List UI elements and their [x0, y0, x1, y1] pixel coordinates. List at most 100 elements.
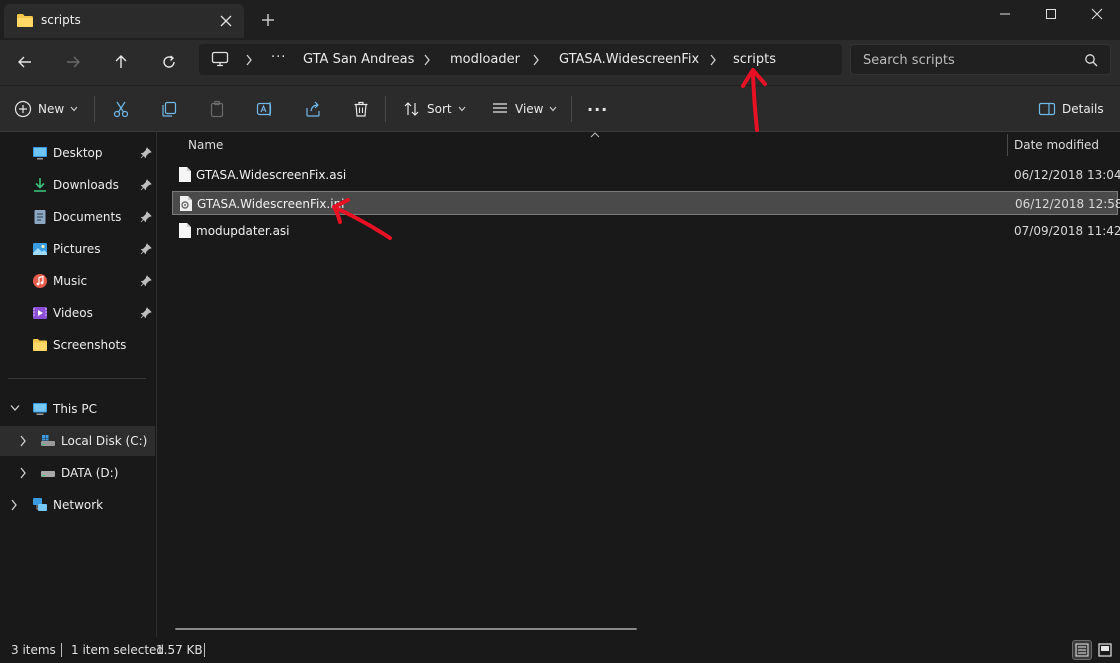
share-button[interactable]	[304, 97, 322, 121]
pin-icon[interactable]	[140, 243, 152, 255]
sort-button[interactable]: Sort	[403, 97, 466, 121]
close-icon[interactable]	[216, 11, 236, 31]
sidebar-item-data-d[interactable]: DATA (D:)	[0, 458, 155, 488]
rename-button[interactable]	[256, 97, 274, 121]
file-date-modified: 06/12/2018 12:58	[1015, 197, 1120, 211]
sidebar-item-documents[interactable]: Documents	[0, 202, 155, 232]
sidebar-item-network[interactable]: Network	[0, 490, 155, 520]
music-icon	[33, 274, 47, 288]
sidebar-item-videos[interactable]: Videos	[0, 298, 155, 328]
maximize-button[interactable]	[1028, 0, 1074, 28]
horizontal-scrollbar[interactable]	[175, 628, 637, 630]
search-icon[interactable]	[1084, 53, 1098, 67]
details-button[interactable]: Details	[1038, 97, 1104, 121]
network-icon	[33, 498, 47, 511]
sidebar-item-label: This PC	[53, 402, 97, 416]
chevron-right-icon[interactable]	[423, 54, 431, 66]
pin-icon[interactable]	[140, 211, 152, 223]
column-divider[interactable]	[1007, 134, 1008, 156]
copy-icon	[162, 101, 177, 117]
file-name: modupdater.asi	[196, 224, 290, 238]
paste-button[interactable]	[208, 97, 226, 121]
chevron-right-icon[interactable]	[10, 499, 18, 511]
pin-icon[interactable]	[140, 275, 152, 287]
chevron-down-icon[interactable]	[10, 404, 20, 412]
file-row[interactable]: GTASA.WidescreenFix.asi 06/12/2018 13:04	[172, 163, 1120, 187]
plus-circle-icon	[14, 100, 32, 118]
details-view-button[interactable]	[1072, 640, 1092, 660]
chevron-right-icon[interactable]	[709, 54, 717, 66]
column-header-name[interactable]: Name	[188, 138, 223, 152]
status-divider	[61, 643, 62, 657]
search-box[interactable]	[850, 44, 1111, 75]
breadcrumb-scripts[interactable]: scripts	[733, 52, 776, 67]
breadcrumb-modloader[interactable]: modloader	[450, 52, 520, 67]
view-button[interactable]: View	[491, 97, 557, 121]
pin-icon[interactable]	[140, 147, 152, 159]
details-view-icon	[1075, 643, 1089, 657]
pin-icon[interactable]	[140, 307, 152, 319]
breadcrumb-gtasa-widescreenfix[interactable]: GTASA.WidescreenFix	[559, 52, 699, 67]
maximize-icon	[1046, 9, 1056, 19]
sort-icon	[404, 102, 419, 116]
sidebar-divider	[8, 378, 146, 379]
toolbar-divider	[385, 96, 386, 122]
sort-label: Sort	[427, 102, 452, 116]
chevron-right-icon[interactable]	[245, 54, 253, 66]
refresh-button[interactable]	[157, 50, 181, 74]
trash-icon	[354, 101, 368, 117]
arrow-right-icon	[67, 56, 80, 68]
address-bar[interactable]: ··· GTA San Andreas modloader GTASA.Wide…	[199, 44, 842, 75]
close-icon	[1091, 8, 1103, 20]
sidebar-item-label: Music	[53, 274, 88, 288]
rename-icon	[256, 102, 272, 116]
file-row[interactable]: modupdater.asi 07/09/2018 11:42	[172, 219, 1120, 243]
desktop-icon	[33, 147, 47, 160]
up-button[interactable]	[109, 50, 133, 74]
copy-button[interactable]	[160, 97, 178, 121]
breadcrumb-gta-san-andreas[interactable]: GTA San Andreas	[303, 52, 414, 67]
file-icon	[179, 223, 191, 238]
chevron-down-icon	[458, 106, 466, 112]
folder-icon	[17, 14, 33, 27]
videos-icon	[33, 307, 47, 319]
sidebar-item-this-pc[interactable]: This PC	[0, 394, 155, 424]
chevron-up-icon	[590, 132, 600, 138]
sidebar-item-label: Pictures	[53, 242, 101, 256]
more-options-button[interactable]: ···	[587, 97, 608, 121]
window-close-button[interactable]	[1074, 0, 1120, 28]
sidebar-item-pictures[interactable]: Pictures	[0, 234, 155, 264]
item-count: 3 items	[11, 643, 56, 657]
column-header-date-modified[interactable]: Date modified	[1014, 138, 1099, 152]
sidebar-item-downloads[interactable]: Downloads	[0, 170, 155, 200]
back-button[interactable]	[13, 50, 37, 74]
new-button[interactable]: New	[14, 97, 78, 121]
chevron-right-icon[interactable]	[19, 467, 27, 479]
sidebar-item-music[interactable]: Music	[0, 266, 155, 296]
file-date-modified: 06/12/2018 13:04	[1014, 168, 1120, 182]
chevron-right-icon[interactable]	[532, 54, 540, 66]
sidebar-item-desktop[interactable]: Desktop	[0, 138, 155, 168]
sidebar-item-label: Downloads	[53, 178, 119, 192]
cut-button[interactable]	[112, 97, 130, 121]
chevron-right-icon[interactable]	[19, 435, 27, 447]
sidebar-item-local-disk-c[interactable]: Local Disk (C:)	[0, 426, 155, 456]
delete-button[interactable]	[352, 97, 370, 121]
refresh-icon	[163, 55, 175, 68]
forward-button[interactable]	[61, 50, 85, 74]
pin-icon[interactable]	[140, 179, 152, 191]
file-row-selected[interactable]: GTASA.WidescreenFix.ini 06/12/2018 12:58	[172, 191, 1120, 215]
tiles-view-button[interactable]	[1095, 640, 1115, 660]
search-input[interactable]	[863, 51, 1073, 69]
new-tab-icon[interactable]	[258, 10, 278, 30]
settings-file-icon	[180, 196, 192, 211]
monitor-icon[interactable]	[211, 51, 229, 67]
folder-icon	[33, 339, 47, 351]
sidebar-item-screenshots[interactable]: Screenshots	[0, 330, 155, 360]
more-label: ···	[587, 99, 609, 119]
sidebar-item-label: Desktop	[53, 146, 103, 160]
breadcrumb-overflow[interactable]: ···	[271, 50, 286, 65]
tab-scripts[interactable]: scripts	[4, 4, 244, 38]
minimize-button[interactable]	[982, 0, 1028, 28]
arrow-left-icon	[18, 56, 31, 68]
